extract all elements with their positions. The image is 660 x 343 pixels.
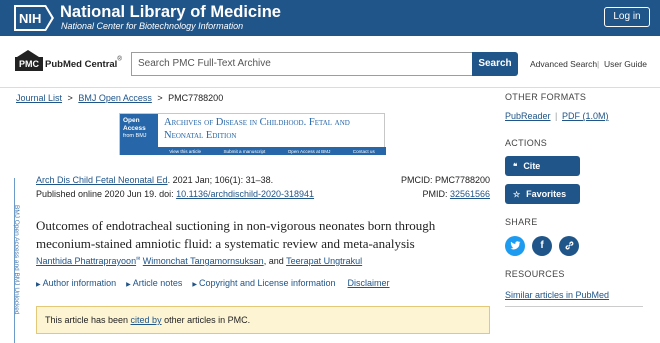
triangle-right-icon: ▶ (192, 282, 197, 288)
similar-articles-link[interactable]: Similar articles in PubMed (505, 290, 609, 300)
banner-link-contact[interactable]: Contact us (353, 149, 375, 154)
actions-heading: ACTIONS (505, 138, 548, 148)
share-heading: SHARE (505, 217, 538, 227)
pmcid: PMCID: PMC7788200 (400, 175, 490, 185)
triangle-right-icon: ▶ (126, 282, 131, 288)
oa-line-2: Access (123, 125, 146, 133)
journal-banner-links: View this article Submit a manuscript Op… (158, 147, 386, 155)
author-list: Nanthida Phattraprayoon✉ Wimonchat Tanga… (36, 256, 363, 266)
nlm-header: NIH National Library of Medicine Nationa… (0, 0, 660, 36)
author-link[interactable]: Wimonchat Tangamornsuksan (143, 256, 264, 266)
breadcrumb-current: PMC7788200 (168, 93, 224, 103)
advanced-search-link[interactable]: Advanced Search (530, 59, 597, 69)
breadcrumb-separator: > (67, 93, 73, 103)
star-icon: ☆ (513, 190, 521, 199)
login-button[interactable]: Log in (604, 7, 650, 27)
pdf-link[interactable]: PDF (1.0M) (562, 111, 609, 121)
quote-icon: ❝ (513, 162, 518, 171)
oa-line-3: from BMJ (123, 133, 147, 140)
banner-link-submit[interactable]: Submit a manuscript (223, 149, 265, 154)
citation-line: Arch Dis Child Fetal Neonatal Ed. 2021 J… (36, 175, 273, 185)
article-notes-link[interactable]: Article notes (133, 278, 183, 288)
format-separator: | (555, 111, 558, 121)
doi-link[interactable]: 10.1136/archdischild-2020-318941 (176, 189, 314, 199)
cite-label: Cite (523, 161, 541, 171)
nlm-subtitle[interactable]: National Center for Biotechnology Inform… (61, 21, 243, 31)
oa-line-1: Open (123, 117, 140, 124)
header-link-separator: | (597, 59, 600, 69)
article-title: Outcomes of endotracheal suctioning in n… (36, 218, 436, 251)
pmc-logo-text: PubMed Central (45, 59, 118, 70)
banner-link-open-access[interactable]: Open Access at BMJ (288, 149, 331, 154)
copyright-link[interactable]: Copyright and License information (199, 278, 336, 288)
user-guide-link[interactable]: User Guide (604, 59, 647, 69)
author-information-link[interactable]: Author information (43, 278, 117, 288)
author-link[interactable]: Nanthida Phattraprayoon (36, 256, 136, 266)
bmj-open-access-strip[interactable]: BMJ Open Access and BMJ Unlocked (8, 205, 20, 335)
triangle-right-icon: ▶ (36, 282, 41, 288)
other-formats-heading: OTHER FORMATS (505, 92, 587, 102)
favorites-button[interactable]: ☆ Favorites (505, 184, 580, 204)
breadcrumb-separator: > (157, 93, 163, 103)
cited-by-notice: This article has been cited by other art… (36, 306, 490, 334)
disclaimer-link[interactable]: Disclaimer (348, 278, 390, 288)
pubreader-link[interactable]: PubReader (505, 111, 551, 121)
resources-heading: RESOURCES (505, 269, 565, 279)
pmc-logo[interactable]: PMC PubMed Central® (15, 54, 122, 72)
search-input[interactable]: Search PMC Full-Text Archive (131, 52, 473, 76)
link-share-icon[interactable] (559, 236, 579, 256)
breadcrumb-journal-list[interactable]: Journal List (16, 93, 62, 103)
pmc-logo-badge: PMC (15, 57, 43, 71)
pmid-link[interactable]: 32561566 (450, 189, 490, 199)
cite-button[interactable]: ❝ Cite (505, 156, 580, 176)
banner-link-view-article[interactable]: View this article (169, 149, 201, 154)
nlm-title[interactable]: National Library of Medicine (60, 3, 281, 22)
twitter-share-icon[interactable] (505, 236, 525, 256)
pmid-label: PMID: (422, 189, 450, 199)
breadcrumb: Journal List > BMJ Open Access > PMC7788… (16, 93, 223, 103)
breadcrumb-bmj-open-access[interactable]: BMJ Open Access (78, 93, 152, 103)
cited-prefix: This article has been (45, 315, 131, 325)
cited-suffix: other articles in PMC. (161, 315, 251, 325)
facebook-share-icon[interactable]: f (532, 236, 552, 256)
author-link[interactable]: Teerapat Ungtrakul (286, 256, 362, 266)
journal-banner-title: Archives of Disease in Childhood. Fetal … (164, 117, 350, 141)
cited-by-link[interactable]: cited by (131, 315, 162, 325)
citation-details: . 2021 Jan; 106(1): 31–38. (167, 175, 274, 185)
nih-logo-text: NIH (19, 11, 41, 26)
published-text: Published online 2020 Jun 19. doi: (36, 189, 177, 199)
author-conjunction: and (268, 256, 284, 266)
pmc-search-bar: PMC PubMed Central® Search PMC Full-Text … (0, 36, 660, 88)
open-access-badge: Open Access from BMJ (120, 114, 158, 155)
corresponding-author-icon[interactable]: ✉ (136, 256, 140, 262)
favorites-label: Favorites (526, 189, 567, 199)
search-button[interactable]: Search (472, 52, 518, 76)
published-line: Published online 2020 Jun 19. doi: 10.11… (36, 189, 314, 199)
pmid-line: PMID: 32561566 (422, 189, 490, 199)
article-info-links: ▶ Author information ▶ Article notes ▶ Copy… (36, 278, 390, 288)
nih-logo-icon[interactable]: NIH (14, 5, 54, 31)
journal-banner[interactable]: Open Access from BMJ Archives of Disease… (119, 113, 386, 155)
resources-divider (505, 306, 643, 307)
journal-link[interactable]: Arch Dis Child Fetal Neonatal Ed (36, 175, 168, 185)
